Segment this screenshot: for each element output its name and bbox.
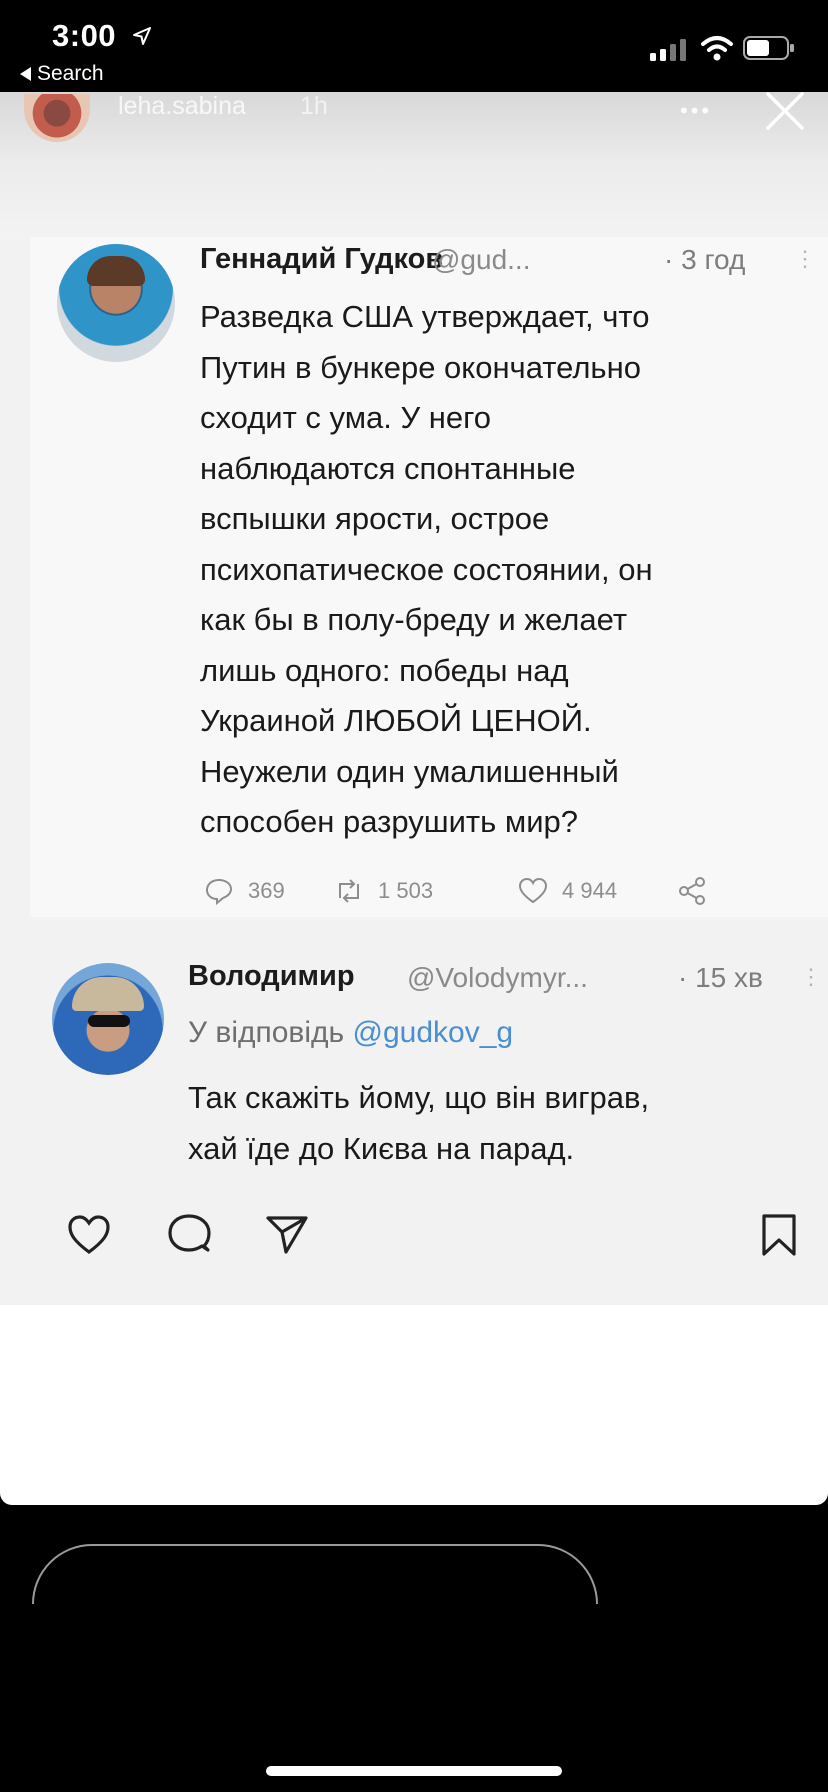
tweet-author-name: Геннадий Гудков — [200, 243, 444, 275]
cellular-signal-icon — [650, 39, 686, 61]
tweet-reply-count: 369 — [204, 876, 285, 906]
tweet-text-line: Неужели один умалишенный — [200, 753, 619, 789]
send-icon[interactable] — [264, 1212, 310, 1258]
reply-icon — [205, 878, 233, 906]
tweet-author-handle: @gud... — [432, 244, 531, 275]
tweet-more-icon: ⋮ — [794, 246, 816, 271]
tweet-share — [678, 876, 708, 906]
tweet-time: · 3 год — [664, 244, 746, 275]
reply-author-handle: @Volodymyr... — [407, 962, 588, 993]
tweet-text-line: Путин в бункере окончательно — [200, 349, 641, 385]
retweet-count: 1 503 — [378, 878, 434, 903]
user-avatar[interactable] — [24, 94, 90, 142]
reply-count: 369 — [248, 878, 285, 903]
tweet-text-line: Украиной ЛЮБОЙ ЦЕНОЙ. — [200, 703, 592, 738]
reply-input[interactable] — [32, 1544, 598, 1604]
reply-text: Так скажіть йому, що він виграв, хай їде… — [188, 1072, 808, 1174]
reply-prefix: У відповідь — [188, 1016, 345, 1049]
tweet-text-line: Разведка США утверждает, что — [200, 299, 650, 334]
comment-icon[interactable] — [166, 1212, 212, 1258]
close-icon[interactable] — [762, 92, 808, 132]
tweet-text-line: вспышки ярости, острое — [200, 501, 550, 536]
tweet-retweet-count: 1 503 — [334, 876, 433, 906]
tweet-actions: 369 1 503 4 944 — [200, 876, 760, 916]
tweet-text-line: наблюдаются спонтанные — [200, 450, 576, 486]
status-bar: 3:00 Search — [0, 0, 828, 92]
back-search-label: Search — [37, 62, 104, 85]
tweet-like-count: 4 944 — [518, 876, 617, 906]
reply-text-line: хай їде до Києва на парад. — [188, 1131, 575, 1166]
tweet-author-avatar — [57, 244, 175, 362]
bookmark-icon[interactable] — [756, 1212, 802, 1258]
like-icon — [518, 877, 548, 904]
tweet-text-line: сходит с ума. У него — [200, 400, 492, 435]
reply-author-name: Володимир — [188, 960, 355, 992]
reply-context: У відповідь @gudkov_g — [188, 1016, 513, 1050]
post-username[interactable]: leha.sabina — [118, 92, 246, 121]
wifi-icon — [701, 36, 733, 61]
tweet-text: Разведка США утверждает, что Путин в бун… — [200, 292, 800, 848]
reply-author-avatar — [52, 963, 164, 1075]
reply-text-line: Так скажіть йому, що він виграв, — [188, 1080, 650, 1115]
post-header: leha.sabina 1h ••• — [0, 92, 828, 237]
tweet-text-line: психопатическое состоянии, он — [200, 551, 653, 587]
battery-icon — [743, 36, 794, 60]
post-bottom-area — [0, 1305, 828, 1505]
status-time: 3:00 — [52, 18, 117, 53]
retweet-icon — [339, 879, 359, 903]
reply-mention: @gudkov_g — [352, 1016, 514, 1049]
tweet-text-line: лишь одного: победы над — [200, 652, 569, 688]
like-count: 4 944 — [562, 878, 618, 903]
tweet-text-line: способен разрушить мир? — [200, 804, 578, 839]
post-time: 1h — [300, 92, 328, 120]
tweet-text-line: как бы в полу-бреду и желает — [200, 602, 628, 637]
reply-more-icon: ⋮ — [800, 964, 822, 989]
more-options-icon[interactable]: ••• — [680, 98, 712, 124]
post-actions — [0, 1212, 828, 1262]
back-arrow-icon — [20, 67, 31, 81]
heart-icon[interactable] — [66, 1212, 112, 1258]
share-icon — [679, 877, 705, 905]
location-arrow-icon — [133, 27, 151, 45]
home-indicator[interactable] — [266, 1766, 562, 1776]
reply-time: · 15 хв — [678, 962, 763, 993]
back-to-search-button[interactable]: Search — [20, 62, 104, 86]
